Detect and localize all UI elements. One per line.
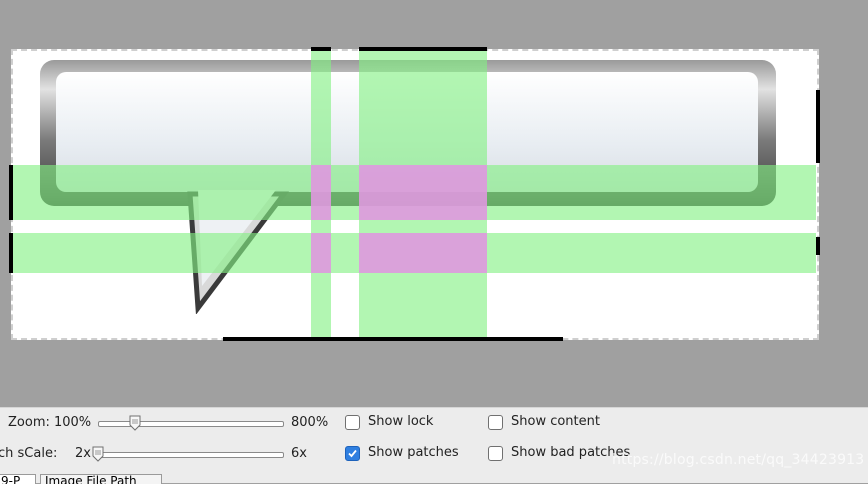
zoom-slider[interactable] xyxy=(98,421,284,427)
bottom-tab-bar: 9-P Image File Path xyxy=(0,474,868,484)
patch-intersection xyxy=(311,165,331,220)
patch-scale-slider[interactable] xyxy=(96,452,284,458)
show-lock-label[interactable]: Show lock xyxy=(368,414,433,429)
patch-intersection xyxy=(311,233,331,273)
show-bad-patches-checkbox[interactable] xyxy=(488,446,503,461)
patch-intersection xyxy=(359,233,487,273)
show-content-checkbox[interactable] xyxy=(488,415,503,430)
tab-9-patch[interactable]: 9-P xyxy=(0,474,36,484)
tab-image-file-path[interactable]: Image File Path xyxy=(40,474,162,484)
show-patches-label[interactable]: Show patches xyxy=(368,445,459,460)
content-marker-right xyxy=(816,90,820,163)
patch-intersection xyxy=(359,165,487,220)
watermark-text: https://blog.csdn.net/qq_34423913 xyxy=(612,452,865,468)
content-marker-right-2 xyxy=(816,237,820,255)
show-patches-checkbox[interactable] xyxy=(345,446,360,461)
patch-scale-label: ch sCale: xyxy=(0,446,58,461)
patch-scale-max-label: 6x xyxy=(291,446,307,461)
zoom-label: Zoom: 100% xyxy=(8,415,92,430)
controls-panel: Zoom: 100% 800% Show lock Show content c… xyxy=(0,407,868,483)
zoom-slider-thumb[interactable] xyxy=(129,415,141,431)
patch-scale-min-label: 2x xyxy=(75,446,91,461)
patch-scale-slider-thumb[interactable] xyxy=(92,446,104,462)
nine-patch-canvas[interactable] xyxy=(0,0,868,407)
show-lock-checkbox[interactable] xyxy=(345,415,360,430)
checkmark-icon xyxy=(348,449,357,458)
content-marker-bottom xyxy=(223,337,563,341)
show-content-label[interactable]: Show content xyxy=(511,414,600,429)
zoom-max-label: 800% xyxy=(291,415,329,430)
